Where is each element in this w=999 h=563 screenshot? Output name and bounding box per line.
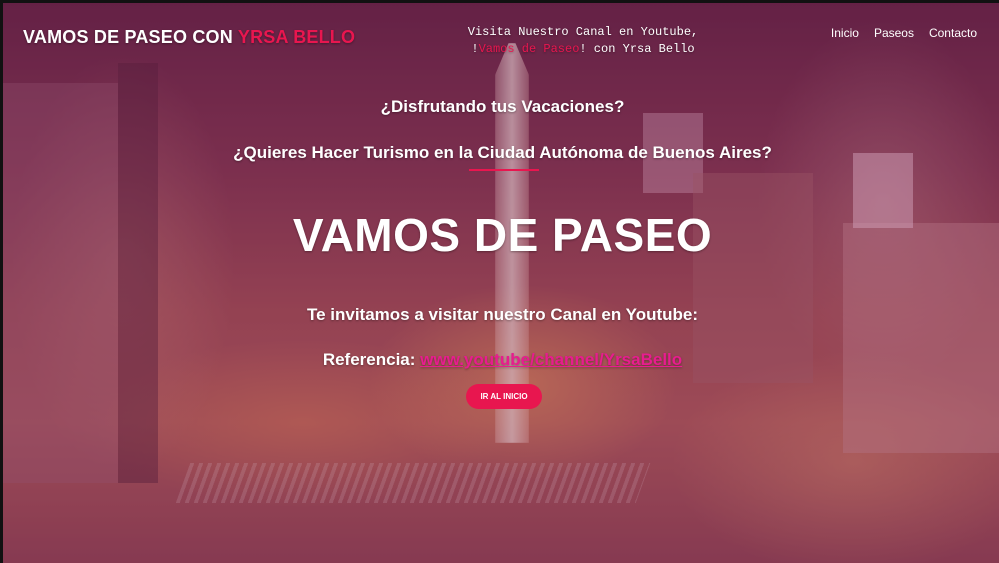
- ir-al-inicio-button[interactable]: IR AL INICIO: [466, 384, 542, 409]
- promo-line2: !Vamos de Paseo! con Yrsa Bello: [443, 41, 723, 58]
- youtube-channel-link[interactable]: www.youtube/channel/YrsaBello: [420, 350, 682, 369]
- brand-accent: YRSA BELLO: [237, 27, 356, 47]
- nav-contacto[interactable]: Contacto: [929, 26, 977, 40]
- promo-accent: Vamos de Paseo: [478, 42, 580, 56]
- promo-line1: Visita Nuestro Canal en Youtube,: [467, 25, 699, 39]
- hero-title: VAMOS DE PASEO: [292, 209, 713, 261]
- promo-prefix: !: [471, 42, 479, 56]
- hero-divider: [469, 169, 539, 171]
- hero-question-1: ¿Disfrutando tus Vacaciones?: [380, 97, 625, 116]
- hero-invite: Te invitamos a visitar nuestro Canal en …: [306, 305, 699, 324]
- nav-paseos[interactable]: Paseos: [874, 26, 914, 40]
- brand-main: VAMOS DE PASEO CON: [23, 27, 233, 47]
- page-frame: VAMOS DE PASEO CON YRSA BELLO Visita Nue…: [0, 0, 999, 563]
- youtube-promo: Visita Nuestro Canal en Youtube, !Vamos …: [443, 24, 723, 58]
- hero-reference: Referencia: www.youtube/channel/YrsaBell…: [3, 350, 999, 370]
- hero-overlay: [3, 3, 999, 563]
- main-nav: Inicio Paseos Contacto: [831, 26, 977, 40]
- reference-label: Referencia:: [322, 350, 416, 369]
- site-brand[interactable]: VAMOS DE PASEO CON YRSA BELLO: [23, 27, 355, 48]
- promo-suffix: ! con Yrsa Bello: [579, 42, 695, 56]
- nav-inicio[interactable]: Inicio: [831, 26, 859, 40]
- hero-question-2: ¿Quieres Hacer Turismo en la Ciudad Autó…: [233, 143, 772, 162]
